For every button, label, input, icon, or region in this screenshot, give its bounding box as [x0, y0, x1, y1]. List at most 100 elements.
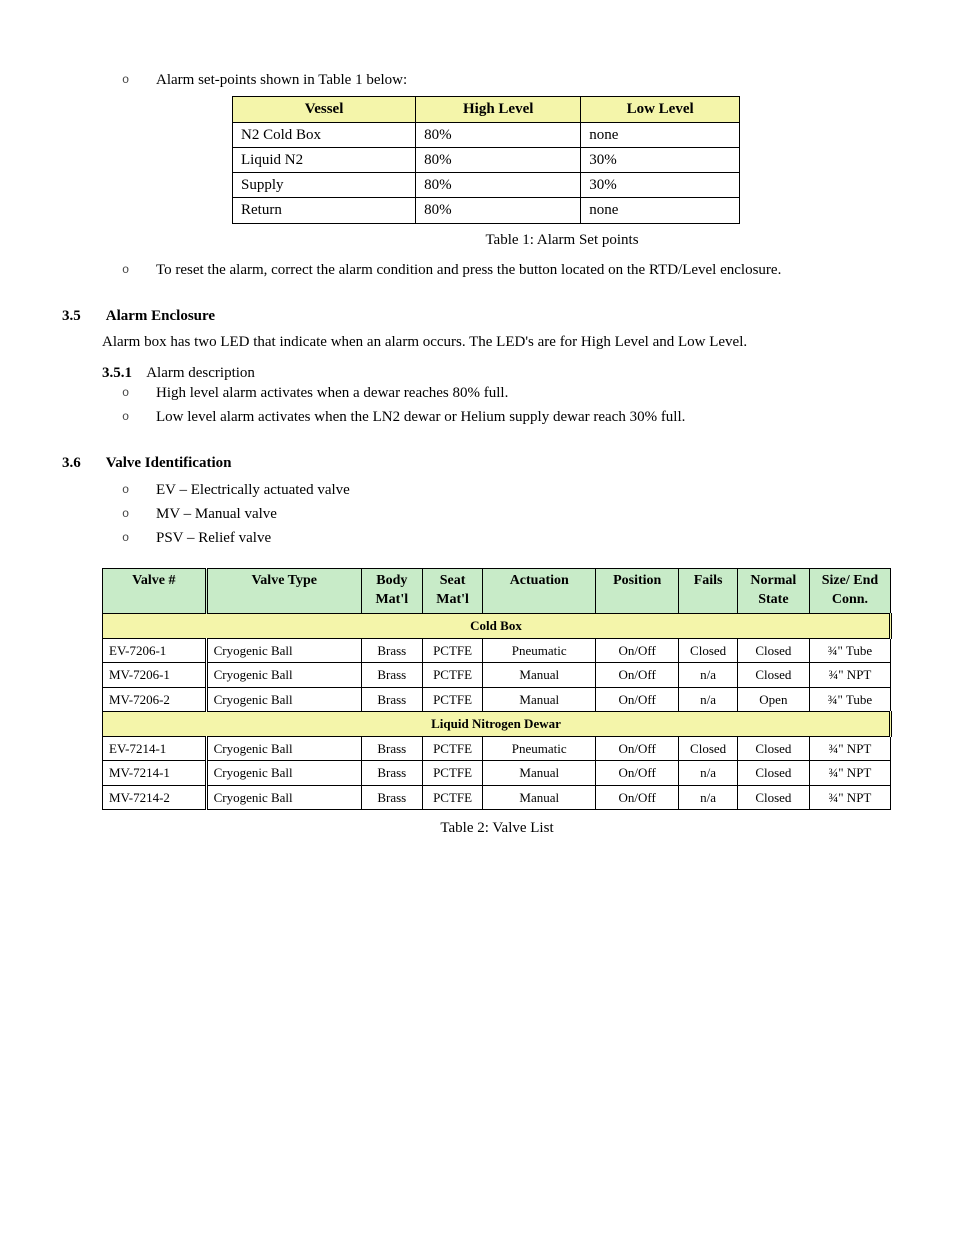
- subsection-title: Alarm description: [146, 365, 255, 381]
- cell-act: Pneumatic: [483, 736, 596, 761]
- valves-group-name: Liquid Nitrogen Dewar: [103, 712, 891, 737]
- table-row: Supply 80% 30%: [233, 173, 740, 198]
- setpoints-reset-bullet: o To reset the alarm, correct the alarm …: [122, 260, 892, 280]
- setpoints-header-low: Low Level: [581, 97, 740, 122]
- cell-seat: PCTFE: [422, 785, 483, 810]
- section-title: Valve Identification: [106, 455, 232, 471]
- table-row: MV-7206-2 Cryogenic Ball Brass PCTFE Man…: [103, 687, 891, 712]
- table-row: EV-7206-1 Cryogenic Ball Brass PCTFE Pne…: [103, 638, 891, 663]
- valves-header-pos: Position: [596, 569, 679, 614]
- setpoints-header-high: High Level: [416, 97, 581, 122]
- cell-body: Brass: [361, 736, 422, 761]
- list-item-text: MV – Manual valve: [156, 504, 892, 524]
- valves-header-size: Size/ End Conn.: [809, 569, 890, 614]
- list-item: o High level alarm activates when a dewa…: [122, 383, 892, 403]
- cell-state: Closed: [737, 785, 809, 810]
- cell-vessel: Liquid N2: [233, 147, 416, 172]
- valves-header-type: Valve Type: [206, 569, 361, 614]
- valve-desc: – Relief valve: [183, 530, 271, 546]
- cell-high: 80%: [416, 173, 581, 198]
- valves-header-act: Actuation: [483, 569, 596, 614]
- valves-header-num: Valve #: [103, 569, 207, 614]
- cell-size: ¾" Tube: [809, 687, 890, 712]
- bullet-marker: o: [122, 70, 156, 90]
- cell-seat: PCTFE: [422, 663, 483, 688]
- cell-fails: n/a: [679, 785, 738, 810]
- cell-state: Closed: [737, 638, 809, 663]
- list-item-text: High level alarm activates when a dewar …: [156, 383, 892, 403]
- cell-size: ¾" NPT: [809, 736, 890, 761]
- valves-group-name: Cold Box: [103, 614, 891, 639]
- cell-act: Manual: [483, 687, 596, 712]
- cell-vessel: Supply: [233, 173, 416, 198]
- cell-fails: n/a: [679, 663, 738, 688]
- cell-seat: PCTFE: [422, 687, 483, 712]
- valve-code: PSV: [156, 530, 183, 546]
- bullet-marker: o: [122, 504, 156, 524]
- cell-fails: Closed: [679, 638, 738, 663]
- cell-fails: n/a: [679, 687, 738, 712]
- valves-table-caption: Table 2: Valve List: [102, 818, 892, 838]
- valves-table: Valve # Valve Type Body Mat'l Seat Mat'l…: [102, 568, 892, 810]
- cell-type: Cryogenic Ball: [206, 687, 361, 712]
- section-title: Alarm Enclosure: [106, 308, 215, 324]
- cell-vessel: Return: [233, 198, 416, 223]
- cell-act: Manual: [483, 785, 596, 810]
- cell-state: Closed: [737, 736, 809, 761]
- subsection-3-5-1: 3.5.1 Alarm description: [102, 363, 892, 383]
- section-number: 3.6: [62, 453, 102, 473]
- subsection-number: 3.5.1: [102, 365, 132, 381]
- setpoints-header-vessel: Vessel: [233, 97, 416, 122]
- setpoints-intro-text: Alarm set-points shown in Table 1 below:: [156, 70, 892, 90]
- list-item: o PSV – Relief valve: [122, 528, 892, 548]
- section-3-6-items: o EV – Electrically actuated valve o MV …: [122, 480, 892, 549]
- cell-body: Brass: [361, 638, 422, 663]
- section-3-5-body: Alarm box has two LED that indicate when…: [102, 332, 892, 352]
- cell-fails: n/a: [679, 761, 738, 786]
- setpoints-table-caption: Table 1: Alarm Set points: [232, 230, 892, 250]
- cell-size: ¾" NPT: [809, 761, 890, 786]
- cell-pos: On/Off: [596, 785, 679, 810]
- list-item: o Low level alarm activates when the LN2…: [122, 407, 892, 427]
- valves-header-state: Normal State: [737, 569, 809, 614]
- cell-type: Cryogenic Ball: [206, 785, 361, 810]
- cell-body: Brass: [361, 761, 422, 786]
- cell-type: Cryogenic Ball: [206, 663, 361, 688]
- cell-num: MV-7206-1: [103, 663, 207, 688]
- cell-seat: PCTFE: [422, 736, 483, 761]
- table-row: MV-7214-1 Cryogenic Ball Brass PCTFE Man…: [103, 761, 891, 786]
- bullet-marker: o: [122, 260, 156, 280]
- cell-body: Brass: [361, 785, 422, 810]
- cell-pos: On/Off: [596, 687, 679, 712]
- list-item: o EV – Electrically actuated valve: [122, 480, 892, 500]
- cell-high: 80%: [416, 122, 581, 147]
- valves-header-seat: Seat Mat'l: [422, 569, 483, 614]
- section-number: 3.5: [62, 306, 102, 326]
- table-row: N2 Cold Box 80% none: [233, 122, 740, 147]
- section-3-5-heading: 3.5 Alarm Enclosure: [62, 306, 892, 326]
- cell-pos: On/Off: [596, 736, 679, 761]
- valve-desc: – Manual valve: [180, 506, 277, 522]
- cell-vessel: N2 Cold Box: [233, 122, 416, 147]
- cell-type: Cryogenic Ball: [206, 736, 361, 761]
- valves-table-wrap: Valve # Valve Type Body Mat'l Seat Mat'l…: [62, 568, 892, 838]
- cell-num: MV-7214-1: [103, 761, 207, 786]
- cell-state: Open: [737, 687, 809, 712]
- cell-low: none: [581, 198, 740, 223]
- cell-size: ¾" NPT: [809, 663, 890, 688]
- table-row: MV-7214-2 Cryogenic Ball Brass PCTFE Man…: [103, 785, 891, 810]
- cell-num: MV-7214-2: [103, 785, 207, 810]
- valve-desc: – Electrically actuated valve: [176, 482, 350, 498]
- cell-act: Pneumatic: [483, 638, 596, 663]
- cell-fails: Closed: [679, 736, 738, 761]
- cell-size: ¾" NPT: [809, 785, 890, 810]
- cell-seat: PCTFE: [422, 761, 483, 786]
- valves-group-row: Cold Box: [103, 614, 891, 639]
- cell-type: Cryogenic Ball: [206, 761, 361, 786]
- valves-header-fails: Fails: [679, 569, 738, 614]
- section-3-6-heading: 3.6 Valve Identification: [62, 453, 892, 473]
- cell-size: ¾" Tube: [809, 638, 890, 663]
- cell-low: none: [581, 122, 740, 147]
- setpoints-intro-bullet: o Alarm set-points shown in Table 1 belo…: [122, 70, 892, 90]
- valves-group-row: Liquid Nitrogen Dewar: [103, 712, 891, 737]
